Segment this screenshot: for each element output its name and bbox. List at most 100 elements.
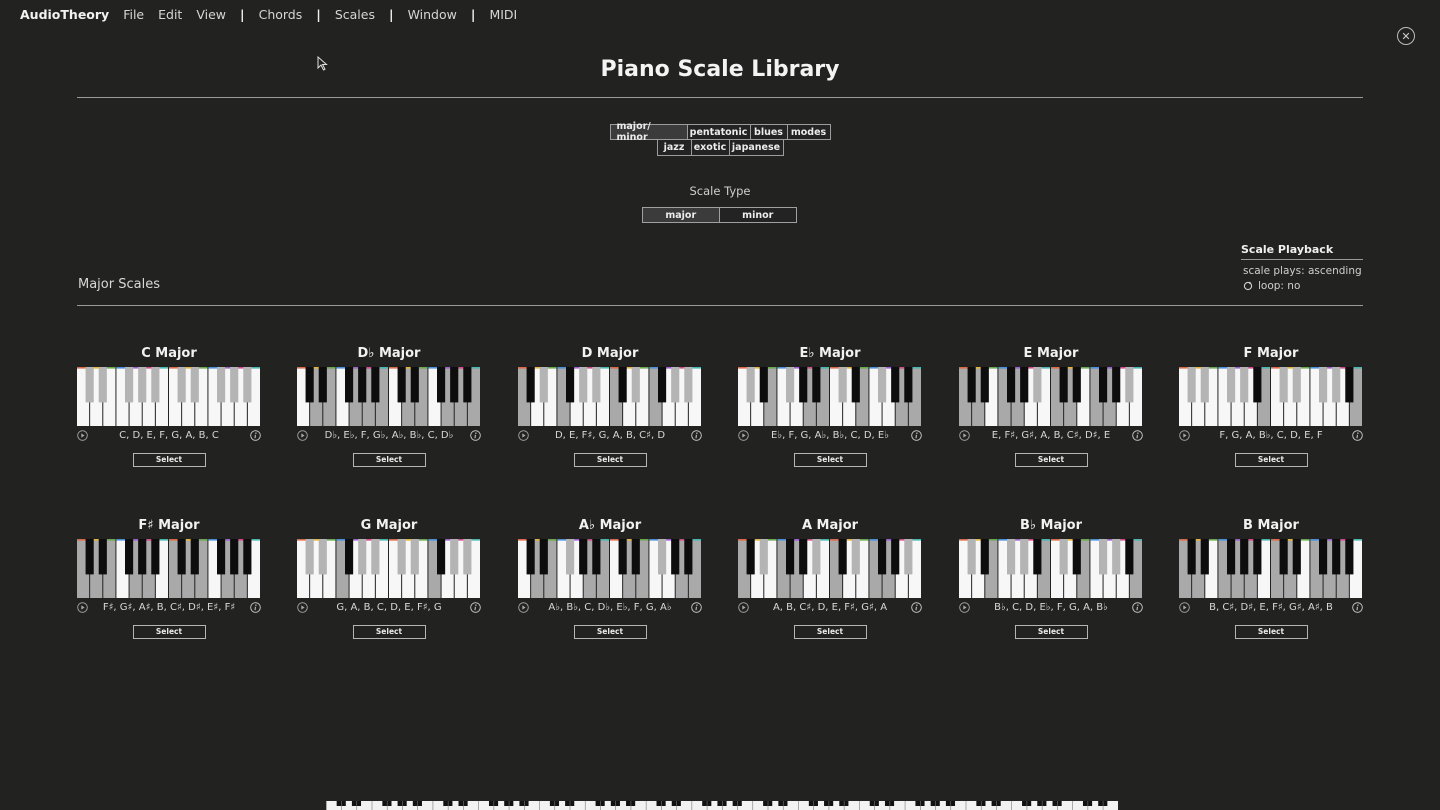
- black-key[interactable]: [1072, 539, 1081, 575]
- menu-midi[interactable]: MIDI: [489, 7, 517, 22]
- tab-pentatonic[interactable]: pentatonic: [687, 124, 751, 140]
- black-key[interactable]: [138, 367, 147, 403]
- black-key[interactable]: [450, 367, 459, 403]
- black-key[interactable]: [526, 539, 535, 575]
- black-key[interactable]: [217, 539, 226, 575]
- play-icon[interactable]: [518, 602, 529, 613]
- black-key[interactable]: [579, 367, 588, 403]
- piano-keyboard[interactable]: [738, 367, 922, 426]
- play-icon[interactable]: [959, 430, 970, 441]
- black-key[interactable]: [151, 367, 160, 403]
- black-key[interactable]: [631, 539, 640, 575]
- select-scale-button[interactable]: Select: [352, 453, 426, 467]
- black-key[interactable]: [1020, 367, 1029, 403]
- black-key[interactable]: [1332, 367, 1341, 403]
- black-key[interactable]: [125, 367, 134, 403]
- black-key[interactable]: [138, 539, 147, 575]
- black-key[interactable]: [177, 539, 186, 575]
- black-key[interactable]: [437, 367, 446, 403]
- black-key[interactable]: [786, 539, 795, 575]
- black-key[interactable]: [1187, 367, 1196, 403]
- piano-keyboard[interactable]: [77, 539, 261, 598]
- black-key[interactable]: [1240, 539, 1249, 575]
- black-key[interactable]: [631, 367, 640, 403]
- black-key[interactable]: [98, 367, 107, 403]
- select-scale-button[interactable]: Select: [132, 453, 206, 467]
- black-key[interactable]: [891, 367, 900, 403]
- black-key[interactable]: [904, 367, 913, 403]
- black-key[interactable]: [684, 539, 693, 575]
- tab-major-minor[interactable]: major/ minor: [609, 121, 688, 143]
- menu-file[interactable]: File: [123, 7, 144, 22]
- black-key[interactable]: [1125, 539, 1134, 575]
- black-key[interactable]: [230, 367, 239, 403]
- piano-keyboard[interactable]: [959, 539, 1143, 598]
- info-icon[interactable]: [250, 430, 261, 441]
- piano-keyboard[interactable]: [959, 367, 1143, 426]
- black-key[interactable]: [980, 539, 989, 575]
- info-icon[interactable]: [691, 602, 702, 613]
- black-key[interactable]: [980, 367, 989, 403]
- black-key[interactable]: [305, 539, 314, 575]
- black-key[interactable]: [1200, 539, 1209, 575]
- black-key[interactable]: [759, 539, 768, 575]
- black-key[interactable]: [838, 539, 847, 575]
- black-key[interactable]: [190, 367, 199, 403]
- black-key[interactable]: [243, 367, 252, 403]
- black-key[interactable]: [786, 367, 795, 403]
- black-key[interactable]: [243, 539, 252, 575]
- play-icon[interactable]: [297, 430, 308, 441]
- black-key[interactable]: [671, 539, 680, 575]
- black-key[interactable]: [1292, 539, 1301, 575]
- tab-exotic[interactable]: exotic: [691, 140, 730, 156]
- black-key[interactable]: [1332, 539, 1341, 575]
- black-key[interactable]: [410, 539, 419, 575]
- play-icon[interactable]: [959, 602, 970, 613]
- black-key[interactable]: [878, 539, 887, 575]
- tab-japanese[interactable]: japanese: [729, 140, 784, 156]
- black-key[interactable]: [526, 367, 535, 403]
- select-scale-button[interactable]: Select: [132, 625, 206, 639]
- piano-keyboard[interactable]: [1179, 367, 1363, 426]
- black-key[interactable]: [177, 367, 186, 403]
- black-key[interactable]: [579, 539, 588, 575]
- black-key[interactable]: [658, 367, 667, 403]
- select-scale-button[interactable]: Select: [1014, 453, 1088, 467]
- black-key[interactable]: [671, 367, 680, 403]
- black-key[interactable]: [1033, 367, 1042, 403]
- black-key[interactable]: [371, 367, 380, 403]
- black-key[interactable]: [318, 367, 327, 403]
- black-key[interactable]: [151, 539, 160, 575]
- black-key[interactable]: [217, 367, 226, 403]
- black-key[interactable]: [397, 539, 406, 575]
- black-key[interactable]: [566, 539, 575, 575]
- select-scale-button[interactable]: Select: [573, 625, 647, 639]
- black-key[interactable]: [904, 539, 913, 575]
- black-key[interactable]: [85, 539, 94, 575]
- piano-keyboard[interactable]: [518, 539, 702, 598]
- black-key[interactable]: [799, 367, 808, 403]
- black-key[interactable]: [125, 539, 134, 575]
- piano-keyboard[interactable]: [77, 367, 261, 426]
- black-key[interactable]: [1125, 367, 1134, 403]
- info-icon[interactable]: [470, 430, 481, 441]
- menu-view[interactable]: View: [196, 7, 226, 22]
- playback-loop[interactable]: loop: no: [1241, 280, 1363, 292]
- black-key[interactable]: [1200, 367, 1209, 403]
- play-icon[interactable]: [77, 602, 88, 613]
- black-key[interactable]: [658, 539, 667, 575]
- menu-chords[interactable]: Chords: [259, 7, 303, 22]
- black-key[interactable]: [318, 539, 327, 575]
- black-key[interactable]: [592, 367, 601, 403]
- piano-keyboard[interactable]: [297, 539, 481, 598]
- black-key[interactable]: [746, 367, 755, 403]
- black-key[interactable]: [1007, 539, 1016, 575]
- black-key[interactable]: [98, 539, 107, 575]
- scale-type-minor[interactable]: minor: [719, 207, 797, 223]
- black-key[interactable]: [463, 367, 472, 403]
- info-icon[interactable]: [1132, 602, 1143, 613]
- black-key[interactable]: [190, 539, 199, 575]
- black-key[interactable]: [1020, 539, 1029, 575]
- black-key[interactable]: [1240, 367, 1249, 403]
- info-icon[interactable]: [691, 430, 702, 441]
